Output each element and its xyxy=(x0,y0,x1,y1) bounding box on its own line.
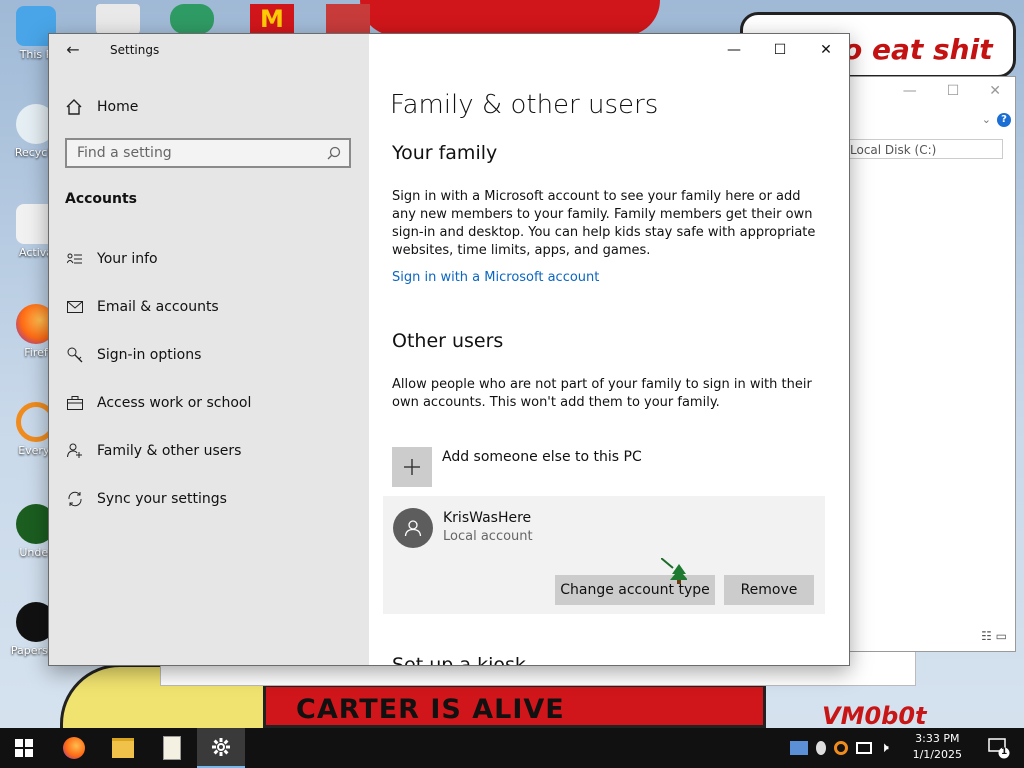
firefox-icon xyxy=(63,737,85,759)
taskbar-notepad[interactable] xyxy=(148,728,196,768)
explorer-window-controls: — ☐ ✕ xyxy=(873,83,1001,99)
tray-drop-icon[interactable] xyxy=(816,741,826,755)
wallpaper-red-shape xyxy=(360,0,660,36)
nav-item-sync-settings[interactable]: Sync your settings xyxy=(49,479,369,519)
explorer-search-box[interactable]: Local Disk (C:) xyxy=(845,139,1003,159)
christmas-tree-cursor-icon xyxy=(661,558,687,584)
mail-icon xyxy=(65,298,85,316)
taskbar-firefox[interactable] xyxy=(50,728,98,768)
close-button[interactable]: ✕ xyxy=(803,34,849,66)
nav-label: Sign-in options xyxy=(97,347,202,363)
add-someone-else-button[interactable]: Add someone else to this PC xyxy=(392,447,642,487)
speech-bubble-text: o eat shit xyxy=(843,33,993,66)
nav-label: Sync your settings xyxy=(97,491,227,507)
nav-item-your-info[interactable]: Your info xyxy=(49,239,369,279)
desktop-top-icon-4[interactable] xyxy=(326,4,370,34)
add-person-icon xyxy=(65,442,85,460)
nav-label: Family & other users xyxy=(97,443,242,459)
minimize-button[interactable]: — xyxy=(711,34,757,66)
volume-muted-icon[interactable]: 🕨 xyxy=(880,740,889,756)
settings-content: — ☐ ✕ Family & other users Your family S… xyxy=(369,34,849,665)
window-controls: — ☐ ✕ xyxy=(711,34,849,66)
system-tray: 🕨 xyxy=(790,728,889,768)
set-up-kiosk-heading: Set up a kiosk xyxy=(392,654,526,666)
user-avatar-icon xyxy=(393,508,433,548)
tray-search-icon[interactable] xyxy=(834,741,848,755)
briefcase-icon xyxy=(65,394,85,412)
find-setting-input[interactable]: Find a setting xyxy=(65,138,351,168)
taskbar-clock[interactable]: 3:33 PM 1/1/2025 xyxy=(913,731,962,763)
sync-icon xyxy=(65,490,85,508)
close-icon[interactable]: ✕ xyxy=(989,83,1001,99)
notification-center-button[interactable]: 1 xyxy=(988,737,1010,759)
nav-item-access-work[interactable]: Access work or school xyxy=(49,383,369,423)
nav-label: Access work or school xyxy=(97,395,252,411)
home-label: Home xyxy=(97,99,139,115)
folder-icon xyxy=(112,738,134,758)
desktop-top-icon-1[interactable] xyxy=(96,4,140,34)
home-nav-item[interactable]: Home xyxy=(65,96,138,118)
remove-button[interactable]: Remove xyxy=(724,575,814,605)
other-users-heading: Other users xyxy=(392,330,504,352)
search-icon xyxy=(327,146,341,160)
contact-card-icon xyxy=(65,250,85,268)
accounts-heading: Accounts xyxy=(65,191,138,207)
settings-window: ← Settings Home Find a setting Accounts … xyxy=(48,33,850,666)
taskbar-file-explorer[interactable] xyxy=(99,728,147,768)
your-family-description: Sign in with a Microsoft account to see … xyxy=(392,189,816,258)
notification-count: 1 xyxy=(1001,747,1008,757)
wallpaper-signature: VM0b0t xyxy=(822,702,927,730)
settings-sidebar: ← Settings Home Find a setting Accounts … xyxy=(49,34,369,665)
notepad-icon xyxy=(163,736,181,760)
explorer-search-placeholder: Local Disk (C:) xyxy=(850,143,937,157)
minimize-icon[interactable]: — xyxy=(903,83,917,99)
nav-label: Email & accounts xyxy=(97,299,219,315)
maximize-button[interactable]: ☐ xyxy=(757,34,803,66)
key-icon xyxy=(65,346,85,364)
sign-in-microsoft-link[interactable]: Sign in with a Microsoft account xyxy=(392,270,599,285)
tray-people-icon[interactable] xyxy=(790,741,808,755)
taskbar: 🕨 3:33 PM 1/1/2025 1 xyxy=(0,728,1024,768)
back-arrow-icon[interactable]: ← xyxy=(63,40,83,60)
mcdonalds-icon[interactable]: M xyxy=(250,4,294,34)
user-account-type: Local account xyxy=(443,529,533,544)
wallpaper-carter-text: CARTER IS ALIVE xyxy=(296,694,565,725)
home-icon xyxy=(66,99,82,115)
nav-item-sign-in-options[interactable]: Sign-in options xyxy=(49,335,369,375)
search-placeholder: Find a setting xyxy=(77,145,172,161)
your-family-heading: Your family xyxy=(392,142,498,164)
start-button[interactable] xyxy=(0,728,48,768)
file-explorer-window[interactable]: — ☐ ✕ ⌄ ? Local Disk (C:) ☷ ▭ xyxy=(836,76,1016,652)
maximize-icon[interactable]: ☐ xyxy=(947,83,960,99)
nav-label: Your info xyxy=(97,251,158,267)
taskbar-settings[interactable] xyxy=(197,728,245,768)
network-icon[interactable] xyxy=(856,742,872,754)
clock-time: 3:33 PM xyxy=(915,732,960,745)
windows-logo-icon xyxy=(15,739,33,757)
other-users-description: Allow people who are not part of your fa… xyxy=(392,377,812,410)
app-title: Settings xyxy=(110,43,160,57)
change-account-type-button[interactable]: Change account type xyxy=(555,575,715,605)
page-title: Family & other users xyxy=(390,90,659,120)
desktop-top-icon-2[interactable] xyxy=(170,4,214,34)
add-someone-label: Add someone else to this PC xyxy=(442,449,642,465)
user-name: KrisWasHere xyxy=(443,510,532,526)
help-icon[interactable]: ? xyxy=(997,113,1011,127)
view-toggle-icons[interactable]: ☷ ▭ xyxy=(981,629,1007,643)
chevron-down-icon[interactable]: ⌄ xyxy=(982,113,991,126)
nav-item-family-other-users[interactable]: Family & other users xyxy=(49,431,369,471)
gear-icon xyxy=(212,738,230,756)
user-account-card[interactable]: KrisWasHere Local account Change account… xyxy=(383,496,825,614)
title-bar: ← Settings xyxy=(49,34,369,66)
nav-item-email-accounts[interactable]: Email & accounts xyxy=(49,287,369,327)
plus-icon xyxy=(392,447,432,487)
clock-date: 1/1/2025 xyxy=(912,748,962,761)
